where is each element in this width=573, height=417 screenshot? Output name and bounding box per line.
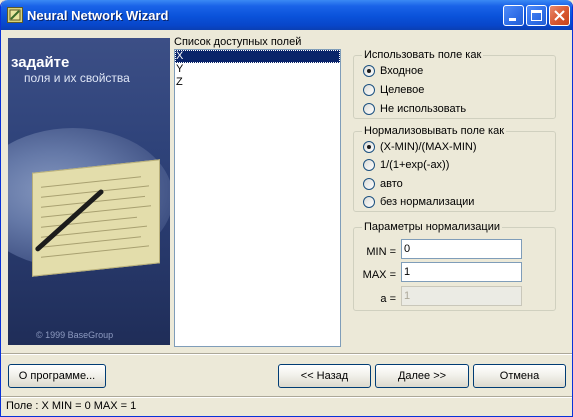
cancel-button[interactable]: Отмена	[473, 364, 566, 388]
radio-circle[interactable]	[363, 159, 375, 171]
max-label: MAX =	[362, 269, 396, 281]
app-icon[interactable]	[7, 7, 23, 23]
radio-circle[interactable]	[363, 141, 375, 153]
window-title: Neural Network Wizard	[27, 8, 169, 23]
a-input: 1	[401, 286, 522, 306]
wizard-illustration: задайте поля и их свойства © 1999 BaseGr…	[8, 38, 170, 345]
field-item-z[interactable]: Z	[175, 76, 340, 89]
maximize-button[interactable]	[526, 5, 547, 26]
radio-label: без нормализации	[380, 196, 475, 208]
params-group: Параметры нормализации MIN = 0 MAX = 1 a…	[353, 221, 556, 311]
usage-input-radio[interactable]: Входное	[363, 64, 553, 78]
normalize-auto-radio[interactable]: авто	[363, 177, 553, 191]
illustration-copyright: © 1999 BaseGroup	[36, 330, 114, 340]
usage-group: Использовать поле как Входное Целевое Не…	[353, 49, 556, 119]
radio-circle[interactable]	[363, 103, 375, 115]
radio-label: Не использовать	[380, 103, 467, 115]
illustration-title: задайте	[11, 54, 70, 71]
normalize-group-label: Нормализовывать поле как	[362, 125, 507, 137]
radio-label: 1/(1+exp(-ax))	[380, 159, 450, 171]
fields-list-label: Список доступных полей	[174, 36, 302, 48]
min-input[interactable]: 0	[401, 239, 522, 259]
radio-circle[interactable]	[363, 84, 375, 96]
fields-listbox[interactable]: X Y Z	[174, 49, 341, 347]
max-input[interactable]: 1	[401, 262, 522, 282]
back-button[interactable]: << Назад	[278, 364, 371, 388]
paper-image	[32, 159, 160, 277]
radio-circle[interactable]	[363, 178, 375, 190]
usage-group-label: Использовать поле как	[362, 49, 484, 61]
normalize-none-radio[interactable]: без нормализации	[363, 195, 553, 209]
usage-target-radio[interactable]: Целевое	[363, 83, 553, 97]
radio-circle[interactable]	[363, 65, 375, 77]
field-item-y[interactable]: Y	[175, 63, 340, 76]
normalize-minmax-radio[interactable]: (X-MIN)/(MAX-MIN)	[363, 140, 553, 154]
about-button[interactable]: О программе...	[8, 364, 106, 388]
close-icon	[554, 10, 565, 21]
buttons-divider	[1, 353, 572, 355]
wizard-window: Neural Network Wizard задайте поля и их …	[0, 0, 573, 417]
minimize-icon	[509, 18, 516, 21]
maximize-icon	[531, 10, 542, 21]
min-label: MIN =	[366, 246, 396, 258]
usage-none-radio[interactable]: Не использовать	[363, 102, 553, 116]
next-button[interactable]: Далее >>	[375, 364, 469, 388]
normalize-sigmoid-radio[interactable]: 1/(1+exp(-ax))	[363, 158, 553, 172]
title-bar[interactable]: Neural Network Wizard	[1, 0, 572, 30]
status-divider	[1, 396, 572, 398]
field-item-x[interactable]: X	[175, 50, 340, 63]
normalize-group: Нормализовывать поле как (X-MIN)/(MAX-MI…	[353, 125, 556, 212]
params-group-label: Параметры нормализации	[362, 221, 502, 233]
radio-circle[interactable]	[363, 196, 375, 208]
radio-label: Входное	[380, 65, 424, 77]
radio-label: Целевое	[380, 84, 425, 96]
a-label: a =	[380, 293, 396, 305]
status-bar-text: Поле : X MIN = 0 MAX = 1	[6, 400, 137, 412]
radio-label: авто	[380, 178, 403, 190]
radio-label: (X-MIN)/(MAX-MIN)	[380, 141, 477, 153]
minimize-button[interactable]	[503, 5, 524, 26]
close-button[interactable]	[549, 5, 570, 26]
illustration-subtitle: поля и их свойства	[24, 71, 130, 85]
